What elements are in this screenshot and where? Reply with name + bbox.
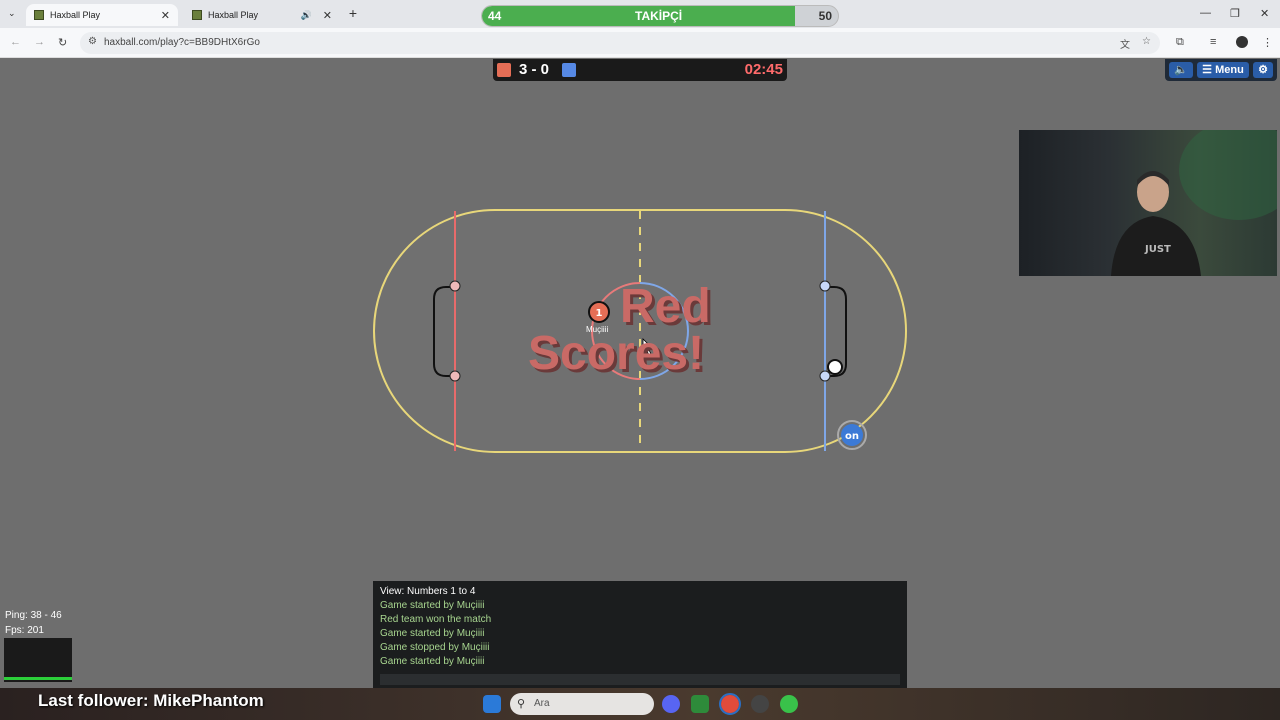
last-follower-label: Last follower: MikePhantom	[38, 691, 264, 710]
fps-readout: Fps: 201	[5, 625, 44, 636]
search-placeholder: Ara	[534, 698, 550, 709]
chrome-icon[interactable]	[719, 693, 741, 715]
xbox-icon[interactable]	[780, 695, 798, 713]
chat-message: Game started by Muçiiii	[380, 656, 485, 667]
chat-message: Game started by Muçiiii	[380, 628, 485, 639]
chat-message: Game started by Muçiiii	[380, 600, 485, 611]
player-number: 1	[596, 308, 603, 319]
ping-graph-bar	[4, 677, 72, 680]
goal-message-line2: Scores!	[528, 327, 705, 380]
taskbar-search[interactable]: ⚲ Ara	[510, 693, 654, 715]
blue-goal-post-top	[819, 280, 831, 292]
chat-message: Red team won the match	[380, 614, 492, 625]
taskbar: Last follower: MikePhantom ⚲ Ara	[0, 688, 1280, 720]
on-badge-label: on	[845, 431, 859, 442]
chat-input[interactable]	[380, 674, 900, 685]
media-player-icon[interactable]	[691, 695, 709, 713]
red-goal-post-top	[449, 280, 461, 292]
goal-message-line1: Red	[620, 280, 711, 333]
search-icon: ⚲	[517, 698, 526, 710]
red-goal-post-bottom	[449, 370, 461, 382]
chat-header: View: Numbers 1 to 4	[380, 586, 476, 597]
obs-icon[interactable]	[751, 695, 769, 713]
windows-start-icon[interactable]	[483, 695, 501, 713]
ping-graph	[4, 638, 72, 682]
discord-icon[interactable]	[662, 695, 680, 713]
ball	[827, 359, 843, 375]
chat-message: Game stopped by Muçiiii	[380, 642, 490, 653]
blue-goal-post-bottom	[819, 370, 831, 382]
ping-readout: Ping: 38 - 46	[5, 610, 62, 621]
chat-panel: View: Numbers 1 to 4 Game started by Muç…	[373, 581, 907, 688]
